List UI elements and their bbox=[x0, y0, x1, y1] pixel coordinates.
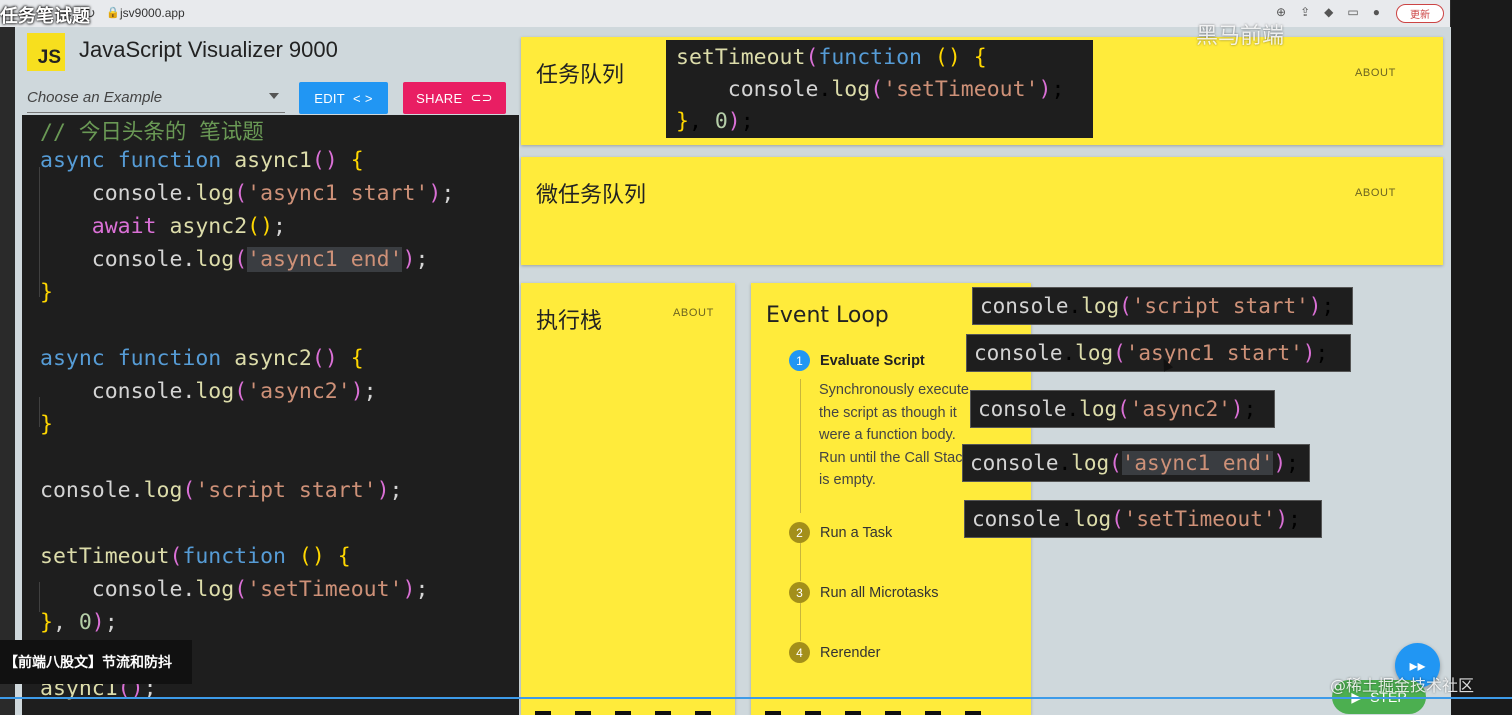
microtask-queue-title: 微任务队列 bbox=[536, 183, 647, 208]
cut-off-text bbox=[765, 711, 1005, 715]
watermark-top: 黑马前端 bbox=[1196, 24, 1285, 49]
code-comment: // 今日头条的 笔试题 bbox=[40, 120, 264, 145]
share-button-label: SHARE bbox=[416, 90, 463, 106]
task-queue-code-card: setTimeout(function () { console.log('se… bbox=[666, 40, 1093, 138]
step-connector bbox=[800, 379, 801, 513]
code-line: console.log('script start'); bbox=[40, 478, 403, 503]
code-line: } bbox=[40, 412, 53, 437]
event-loop-step-3: 3 Run all Microtasks bbox=[789, 582, 938, 603]
log-card: console.log('script start'); bbox=[972, 287, 1353, 325]
step-label: Evaluate Script bbox=[820, 352, 925, 369]
watermark-bottom: @稀土掘金技术社区 bbox=[1330, 676, 1475, 695]
code-line: setTimeout(function () { bbox=[40, 544, 351, 569]
call-stack-about-link[interactable]: ABOUT bbox=[673, 307, 714, 319]
step-number: 4 bbox=[789, 642, 810, 663]
code-line: console.log('async2'); bbox=[91, 379, 377, 404]
app-title: JavaScript Visualizer 9000 bbox=[79, 37, 338, 62]
video-title: 任务笔试题 bbox=[0, 6, 90, 27]
address-bar[interactable]: jsv9000.app bbox=[120, 6, 185, 20]
extension-icon[interactable]: ◆ bbox=[1324, 5, 1333, 19]
example-select[interactable]: Choose an Example bbox=[27, 85, 285, 113]
code-brackets-icon: < > bbox=[353, 90, 373, 106]
event-loop-step-4: 4 Rerender bbox=[789, 642, 880, 663]
example-select-placeholder: Choose an Example bbox=[27, 89, 163, 106]
step-description: Synchronously execute the script as thou… bbox=[819, 382, 970, 488]
event-loop-step-1: 1 Evaluate Script bbox=[789, 350, 925, 371]
step-number: 3 bbox=[789, 582, 810, 603]
profile-icon[interactable]: ● bbox=[1373, 5, 1380, 19]
browser-actions: ⊕ ⇪ ◆ ▭ ● bbox=[1276, 5, 1380, 19]
code-line: await async2(); bbox=[91, 214, 286, 239]
step-label: Rerender bbox=[820, 644, 881, 661]
link-icon: ⊂⊃ bbox=[470, 90, 493, 105]
step-label: Run a Task bbox=[820, 524, 893, 541]
event-loop-step-2: 2 Run a Task bbox=[789, 522, 892, 543]
edit-button[interactable]: EDIT < > bbox=[299, 82, 388, 114]
code-line: async function async2() { bbox=[40, 346, 364, 371]
log-card: console.log('async2'); bbox=[970, 390, 1275, 428]
code-editor[interactable]: // 今日头条的 笔试题 async function async1() { c… bbox=[22, 115, 519, 715]
code-line: async function async1() { bbox=[40, 148, 364, 173]
task-queue-about-link[interactable]: ABOUT bbox=[1355, 67, 1396, 79]
chevron-down-icon bbox=[269, 93, 279, 99]
task-queue-title: 任务队列 bbox=[536, 63, 625, 88]
code-line: } bbox=[40, 280, 53, 305]
share-button[interactable]: SHARE ⊂⊃ bbox=[403, 82, 506, 114]
video-progress-bar[interactable] bbox=[0, 697, 1512, 699]
log-card: console.log('setTimeout'); bbox=[964, 500, 1322, 538]
js-logo: JS bbox=[27, 33, 65, 71]
code-line: console.log('async1 start'); bbox=[91, 181, 455, 206]
call-stack-panel: 执行栈 ABOUT bbox=[521, 283, 735, 715]
call-stack-title: 执行栈 bbox=[536, 309, 603, 334]
app-header: JS JavaScript Visualizer 9000 Choose an … bbox=[15, 27, 520, 117]
step-connector bbox=[800, 603, 801, 641]
step-number: 2 bbox=[789, 522, 810, 543]
update-button[interactable]: 更新 bbox=[1396, 4, 1444, 23]
code-line: }, 0); bbox=[40, 610, 118, 635]
log-card: console.log('async1 end'); bbox=[962, 444, 1310, 482]
microtask-queue-about-link[interactable]: ABOUT bbox=[1355, 187, 1396, 199]
share-page-icon[interactable]: ⇪ bbox=[1300, 5, 1310, 19]
video-sidebar bbox=[1451, 0, 1512, 715]
edit-button-label: EDIT bbox=[314, 90, 346, 106]
code-line: console.log('setTimeout'); bbox=[91, 577, 429, 602]
step-number: 1 bbox=[789, 350, 810, 371]
zoom-icon[interactable]: ⊕ bbox=[1276, 5, 1286, 19]
log-card: console.log('async1 start'); bbox=[966, 334, 1351, 372]
step-connector bbox=[800, 543, 801, 581]
event-loop-title: Event Loop bbox=[766, 303, 889, 328]
microtask-queue-panel: 微任务队列 ABOUT bbox=[521, 157, 1443, 265]
code-line: console.log('async1 end'); bbox=[91, 247, 429, 272]
sidebar-icon[interactable]: ▭ bbox=[1347, 5, 1358, 19]
cut-off-text bbox=[535, 711, 725, 715]
video-chapter-banner: 【前端八股文】节流和防抖 bbox=[0, 640, 192, 684]
lock-icon: 🔒 bbox=[106, 7, 120, 19]
step-label: Run all Microtasks bbox=[820, 584, 939, 601]
